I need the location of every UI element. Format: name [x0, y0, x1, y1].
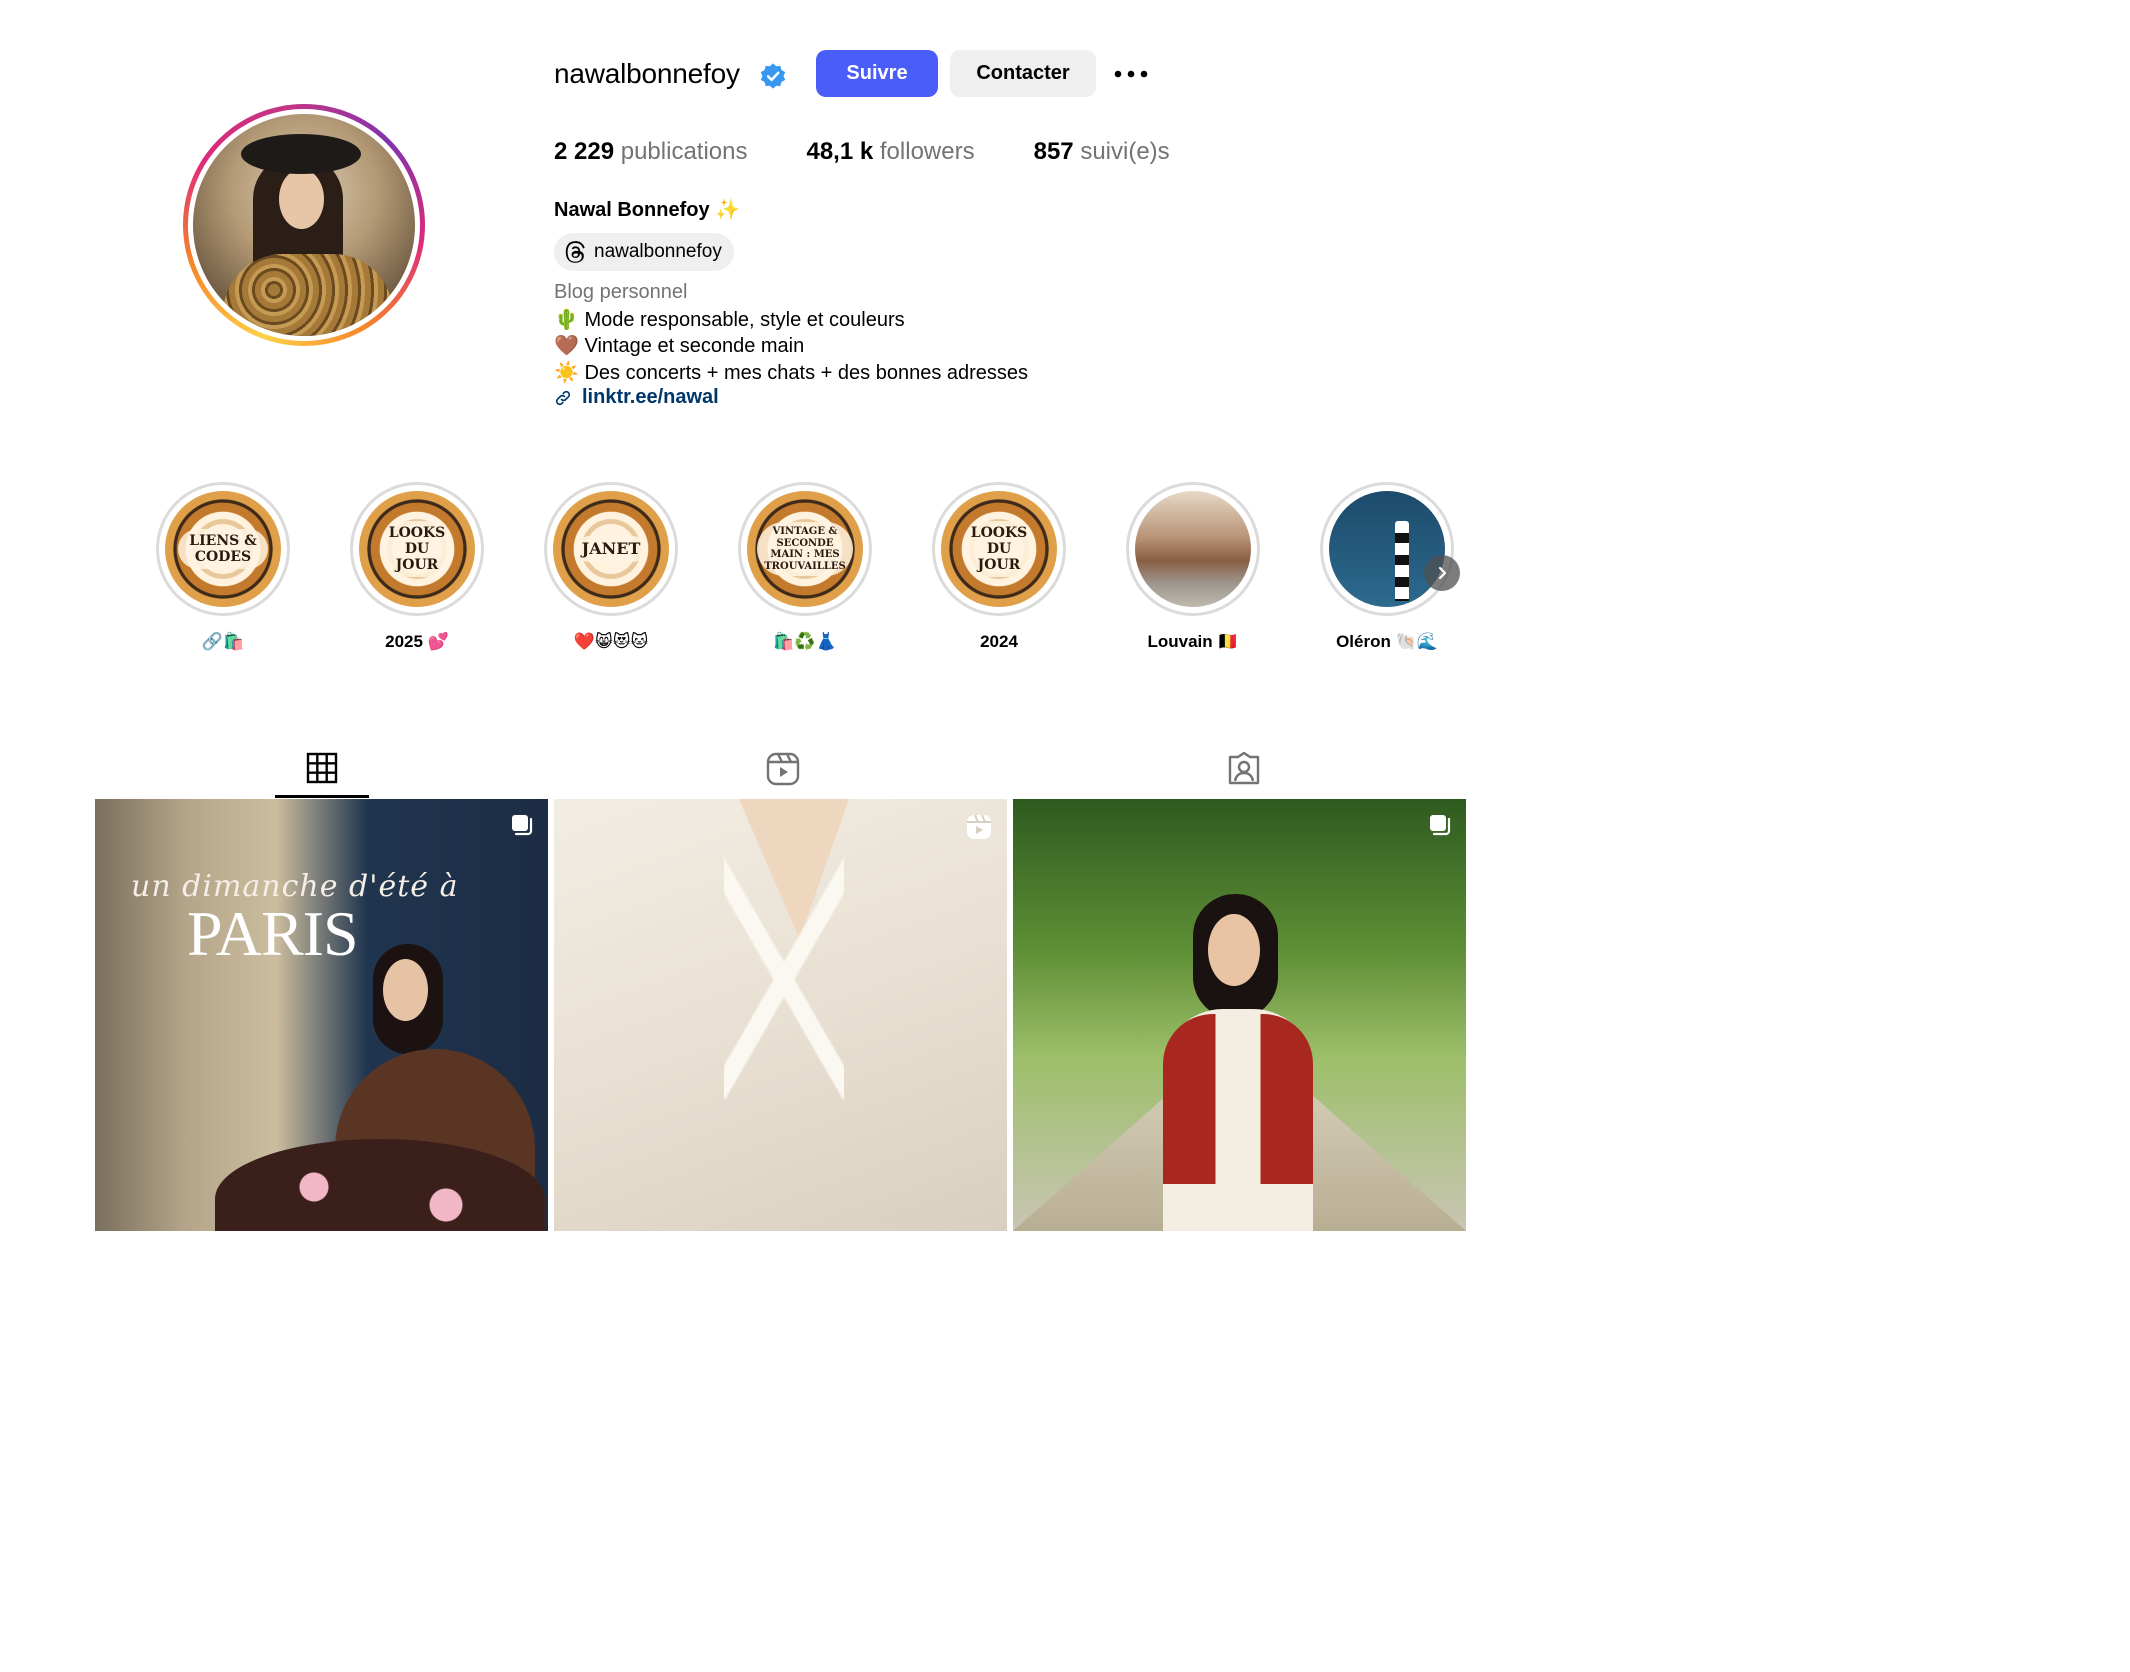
reels-icon [766, 752, 800, 786]
threads-handle: nawalbonnefoy [594, 241, 722, 262]
carousel-icon [1430, 815, 1451, 836]
post-overlay-title: PARIS [187, 898, 359, 969]
bio-line: 🌵 Mode responsable, style et couleurs [554, 309, 905, 331]
bio-line: ☀️ Des concerts + mes chats + des bonnes… [554, 362, 1029, 384]
highlight-label: 2025 💕 [385, 632, 449, 651]
stat-publications: 2 229 publications [554, 138, 747, 166]
post-tile[interactable] [554, 799, 1007, 1231]
avatar-hat [241, 134, 361, 174]
highlight-vintage[interactable]: VINTAGE & SECONDE MAIN : MES TROUVAILLES… [738, 482, 872, 652]
highlight-label: Oléron 🐚🌊 [1336, 632, 1438, 651]
avatar-face [279, 169, 324, 229]
highlight-liens-codes[interactable]: LIENS & CODES 🔗🛍️ [156, 482, 290, 652]
highlight-label: ❤️😸😻🐱 [573, 632, 649, 651]
bio-external-link[interactable]: linktr.ee/nawal [554, 386, 719, 409]
post-figure-lace [724, 799, 844, 1099]
highlight-cover: LOOKS DU JOUR [359, 491, 475, 607]
highlight-louvain[interactable]: Louvain 🇧🇪 [1126, 482, 1260, 652]
more-options-icon[interactable] [1110, 55, 1152, 93]
verified-badge-icon [760, 63, 786, 89]
bio-category: Blog personnel [554, 281, 688, 303]
stat-label: followers [879, 138, 975, 165]
post-tile[interactable] [1013, 799, 1466, 1231]
carousel-icon [512, 815, 533, 836]
tab-tagged[interactable] [1197, 740, 1291, 798]
highlight-cover-text: LOOKS DU JOUR [382, 520, 452, 578]
stat-label: suivi(e)s [1080, 138, 1170, 165]
profile-username: nawalbonnefoy [554, 58, 740, 89]
post-tile[interactable]: un dimanche d'été à PARIS [95, 799, 548, 1231]
post-figure-face [1208, 914, 1260, 986]
highlight-cover: LIENS & CODES [165, 491, 281, 607]
highlight-ring: JANET [544, 482, 678, 616]
avatar-photo [193, 114, 415, 336]
tab-reels[interactable] [736, 740, 830, 798]
follow-button[interactable]: Suivre [816, 50, 938, 97]
stat-followers[interactable]: 48,1 k followers [806, 138, 974, 166]
highlight-janet[interactable]: JANET ❤️😸😻🐱 [544, 482, 678, 652]
highlight-label: 2024 [980, 632, 1018, 651]
highlight-label: 🛍️♻️👗 [773, 632, 837, 651]
profile-full-name: Nawal Bonnefoy ✨ [554, 199, 741, 221]
highlight-cover-photo [1135, 491, 1251, 607]
bio-line: 🤎 Vintage et seconde main [554, 335, 805, 357]
stat-value: 2 229 [554, 138, 615, 165]
highlight-ring: LOOKS DU JOUR [932, 482, 1066, 616]
highlight-looks-2024[interactable]: LOOKS DU JOUR 2024 [932, 482, 1066, 652]
link-icon [555, 390, 571, 405]
highlight-cover-text: VINTAGE & SECONDE MAIN : MES TROUVAILLES [757, 522, 853, 576]
highlight-ring: LOOKS DU JOUR [350, 482, 484, 616]
post-figure-vest [1163, 1014, 1313, 1184]
avatar-shirt [223, 254, 393, 336]
highlight-ring [1320, 482, 1454, 616]
post-figure-face [383, 959, 428, 1021]
profile-stats: 2 229 publications 48,1 k followers 857 … [554, 138, 1229, 166]
highlight-cover-text: LIENS & CODES [178, 528, 268, 570]
highlight-label: Louvain 🇧🇪 [1147, 632, 1239, 651]
highlight-ring: LIENS & CODES [156, 482, 290, 616]
highlight-looks-2025[interactable]: LOOKS DU JOUR 2025 💕 [350, 482, 484, 652]
highlight-cover-text: LOOKS DU JOUR [964, 520, 1034, 578]
tagged-icon [1228, 752, 1260, 785]
highlight-ring: VINTAGE & SECONDE MAIN : MES TROUVAILLES [738, 482, 872, 616]
highlight-cover: LOOKS DU JOUR [941, 491, 1057, 607]
highlight-cover-text: JANET [575, 535, 647, 563]
lighthouse-image [1395, 521, 1409, 601]
highlight-cover: JANET [553, 491, 669, 607]
stat-value: 48,1 k [806, 138, 874, 165]
chevron-right-icon [1438, 566, 1447, 580]
stat-value: 857 [1033, 138, 1074, 165]
stat-following[interactable]: 857 suivi(e)s [1034, 138, 1170, 166]
highlight-cover: VINTAGE & SECONDE MAIN : MES TROUVAILLES [747, 491, 863, 607]
tab-posts[interactable] [275, 740, 369, 798]
stat-label: publications [620, 138, 748, 165]
bio-link-text: linktr.ee/nawal [582, 386, 719, 408]
threads-badge[interactable]: nawalbonnefoy [554, 233, 734, 271]
highlight-cover-photo [1329, 491, 1445, 607]
grid-icon [306, 752, 338, 783]
highlights-next-button[interactable] [1424, 555, 1460, 591]
profile-avatar[interactable] [183, 104, 425, 346]
ellipsis-icon [1114, 70, 1148, 78]
reel-icon [967, 814, 991, 839]
highlight-label: 🔗🛍️ [201, 632, 245, 651]
threads-icon [565, 241, 585, 263]
highlight-ring [1126, 482, 1260, 616]
avatar-border [188, 109, 420, 341]
contact-button[interactable]: Contacter [950, 50, 1096, 97]
